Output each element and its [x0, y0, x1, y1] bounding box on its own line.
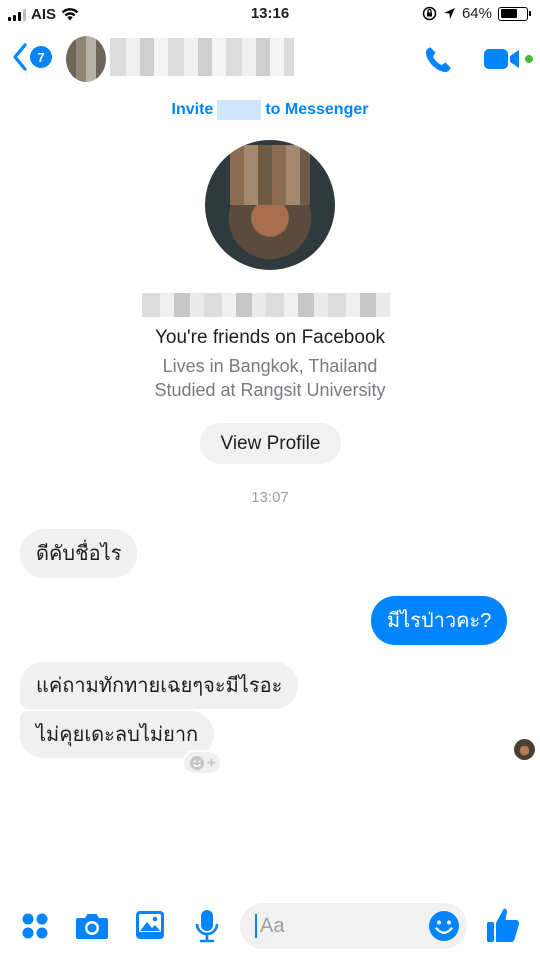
- message-bubble-incoming[interactable]: ไม่คุยเดะลบไม่ยาก: [20, 711, 215, 758]
- battery-percent: 64%: [461, 5, 492, 22]
- apps-button[interactable]: [21, 912, 49, 945]
- location-icon: [443, 8, 455, 19]
- voice-call-button[interactable]: [422, 44, 454, 81]
- message-input[interactable]: Aa: [240, 903, 467, 949]
- message-timestamp: 13:07: [251, 489, 289, 506]
- view-profile-button[interactable]: View Profile: [200, 423, 341, 464]
- invite-prefix: Invite: [171, 101, 214, 119]
- text-cursor: [255, 914, 257, 938]
- profile-name-redacted: [142, 293, 390, 317]
- video-call-button[interactable]: [483, 46, 523, 77]
- chevron-left-icon: [13, 43, 27, 71]
- message-bubble-incoming[interactable]: แค่ถามทักทายเฉยๆจะมีไรอะ: [20, 662, 299, 709]
- apps-icon: [22, 913, 48, 939]
- conversation-header: 7: [0, 30, 540, 90]
- phone-icon: [426, 47, 451, 72]
- message-input-placeholder: Aa: [260, 915, 285, 937]
- orientation-lock-icon: [422, 6, 437, 21]
- add-reaction-button[interactable]: [182, 750, 222, 775]
- message-bubble-incoming[interactable]: ดีคับชื่อไร: [20, 529, 138, 578]
- plus-icon: [207, 758, 215, 767]
- profile-photo[interactable]: [205, 140, 335, 270]
- invite-suffix: to Messenger: [265, 101, 369, 119]
- status-bar: AIS 13:16 64%: [0, 0, 540, 30]
- invite-to-messenger-link[interactable]: Invite to Messenger: [0, 100, 540, 120]
- seen-avatar: [514, 739, 535, 760]
- studied-at-text: Studied at Rangsit University: [154, 380, 386, 400]
- camera-icon: [76, 914, 108, 939]
- camera-button[interactable]: [75, 911, 109, 946]
- back-button[interactable]: 7: [12, 42, 52, 72]
- gallery-icon: [136, 911, 164, 939]
- battery-icon: [498, 6, 531, 21]
- unread-count-badge: 7: [30, 46, 52, 68]
- active-status-dot: [525, 55, 533, 63]
- contact-avatar[interactable]: [66, 36, 106, 82]
- status-right: 64%: [422, 5, 531, 22]
- lives-in-text: Lives in Bangkok, Thailand: [162, 356, 378, 376]
- microphone-icon: [195, 910, 219, 943]
- contact-name-redacted[interactable]: [110, 38, 294, 76]
- message-composer: Aa: [0, 898, 540, 956]
- emoji-button[interactable]: [428, 910, 460, 947]
- thumbs-up-icon: [487, 908, 520, 942]
- smiley-icon: [189, 755, 204, 770]
- profile-photo-redaction: [230, 145, 310, 205]
- invite-name-redacted: [217, 100, 262, 120]
- voice-record-button[interactable]: [195, 909, 219, 948]
- emoji-icon: [429, 911, 459, 941]
- message-bubble-outgoing[interactable]: มีไรป่าวคะ?: [371, 596, 508, 645]
- gallery-button[interactable]: [135, 910, 165, 945]
- like-button[interactable]: [485, 906, 521, 949]
- video-camera-icon: [484, 49, 519, 69]
- friends-status: You're friends on Facebook: [154, 327, 386, 348]
